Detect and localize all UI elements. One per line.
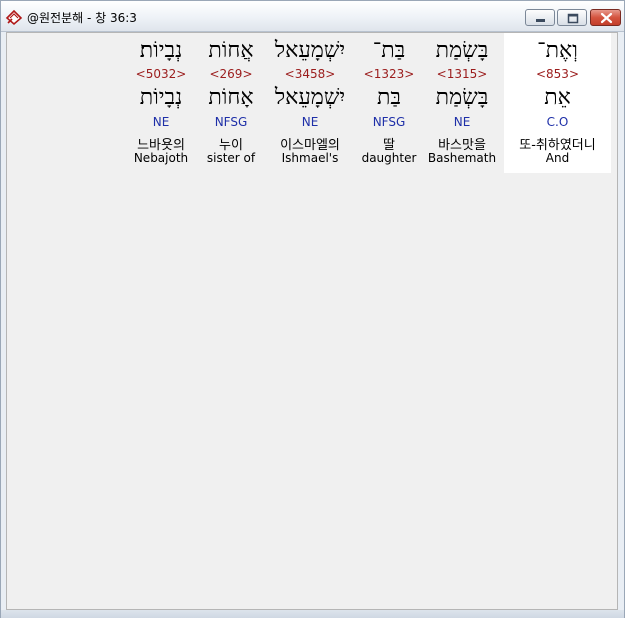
english-gloss: And xyxy=(545,151,570,165)
english-gloss: Bashemath xyxy=(427,151,497,165)
hebrew-root: אֵת xyxy=(544,85,571,110)
strong-number: <1323> xyxy=(363,67,415,81)
hebrew-root: נְבָיוֹת xyxy=(139,85,183,110)
hebrew-word: נְבָיוֹת׃ xyxy=(139,38,183,63)
hebrew-root: אָחוֹת xyxy=(208,85,254,110)
minimize-button[interactable] xyxy=(525,9,555,26)
grammar-code: NE xyxy=(453,115,471,129)
hebrew-word: וְאֶת־ xyxy=(537,38,578,63)
strong-number: <1315> xyxy=(436,67,488,81)
strong-number: <3458> xyxy=(284,67,336,81)
hebrew-word: בָּשְׂמַת xyxy=(435,38,489,63)
hebrew-word: יִשְׁמָעֵאל xyxy=(274,38,346,63)
grammar-code: NE xyxy=(301,115,319,129)
app-icon xyxy=(5,8,23,26)
hebrew-root: יִשְׁמָעֵאל xyxy=(274,85,346,110)
grammar-code: NFSG xyxy=(214,115,248,129)
grammar-code: C.O xyxy=(546,115,569,129)
hebrew-word: בַּת־ xyxy=(372,38,406,63)
strong-number: <5032> xyxy=(135,67,187,81)
strong-number: <269> xyxy=(209,67,253,81)
title-bar[interactable]: @원전분해 - 창 36:3 xyxy=(1,1,624,32)
english-gloss: sister of xyxy=(206,151,256,165)
strong-number: <853> xyxy=(535,67,579,81)
window-bottom-border xyxy=(1,610,624,618)
window-title: @원전분해 - 창 36:3 xyxy=(27,11,137,25)
maximize-button[interactable] xyxy=(557,9,587,26)
english-gloss: daughter xyxy=(361,151,417,165)
english-gloss: Nebajoth xyxy=(133,151,189,165)
interlinear-view[interactable]: וְאֶת־ <853> אֵת C.O 또-취하였더니 And בָּשְׂמ… xyxy=(6,32,618,610)
grammar-code: NFSG xyxy=(372,115,406,129)
app-window: @원전분해 - 창 36:3 וְאֶת־ <853> אֵת C.O 또-취하… xyxy=(0,0,625,618)
hebrew-word: אֲחוֹת xyxy=(208,38,254,63)
hebrew-root: בָּשְׂמַת xyxy=(435,85,489,110)
english-gloss: Ishmael's xyxy=(281,151,339,165)
close-button[interactable] xyxy=(590,9,621,26)
hebrew-root: בַּת xyxy=(376,85,402,110)
grammar-code: NE xyxy=(152,115,170,129)
